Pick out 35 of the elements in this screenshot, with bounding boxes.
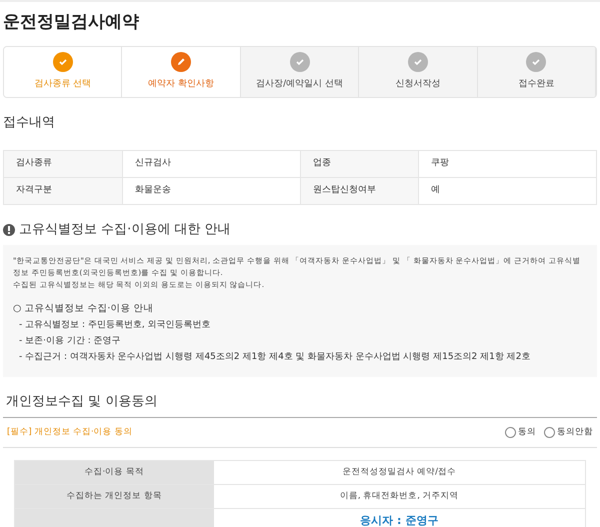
alert-icon	[3, 224, 15, 236]
page-title: 운전정밀검사예약	[2, 11, 140, 34]
field-value: 쿠팡	[418, 150, 596, 178]
check-icon	[290, 52, 310, 72]
field-label: 원스탑신청여부	[300, 178, 418, 204]
list-title: ○ 고유식별정보 수집·이용 안내	[13, 302, 154, 316]
step-label: 접수완료	[518, 78, 554, 92]
required-consent-label: [필수] 개인정보 수집·이용 동의	[7, 426, 132, 439]
list-item: - 수집근거 : 여객자동차 운수사업법 시행령 제45조의2 제1항 제4호 및 화물자동차 운수사업법 시행령 제15조의2 제1항 제2호	[18, 351, 530, 364]
field-value: 화물운송	[122, 178, 300, 204]
consent-radio[interactable]: 동의	[505, 426, 536, 439]
pencil-icon	[171, 52, 192, 72]
field-value: 신규검사	[122, 150, 300, 178]
row-value: 이름, 휴대전화번호, 거주지역	[338, 490, 460, 503]
list-item: - 보존·이용 기간 : 준영구	[18, 335, 121, 348]
field-value: 예	[418, 178, 596, 204]
section-heading: 고유식별정보 수집·이용에 대한 안내	[19, 221, 231, 239]
check-icon	[52, 52, 73, 72]
step-label: 검사장/예약일시 선택	[256, 78, 343, 92]
check-icon	[408, 52, 428, 72]
step-label: 검사종류 선택	[34, 78, 92, 92]
row-value: 응시자 : 준영구	[359, 513, 440, 527]
section-heading: 개인정보수집 및 이용동의	[3, 393, 597, 418]
row-label: 수집·이용 목적	[14, 460, 214, 484]
field-label: 검사종류	[4, 150, 122, 178]
field-label: 업종	[300, 150, 418, 178]
list-item: - 고유식별정보 : 주민등록번호, 외국인등록번호	[18, 319, 211, 332]
check-icon	[526, 52, 546, 72]
row-label: 수집하는 개인정보 항목	[14, 484, 214, 508]
row-value: 운전적성정밀검사 예약/접수	[341, 466, 458, 479]
field-label: 자격구분	[4, 178, 122, 204]
step-label: 신청서작성	[395, 78, 440, 92]
section-heading: 접수내역	[2, 114, 56, 132]
step-label: 예약자 확인사항	[148, 78, 214, 92]
consent-radio[interactable]: 동의안함	[544, 426, 593, 439]
